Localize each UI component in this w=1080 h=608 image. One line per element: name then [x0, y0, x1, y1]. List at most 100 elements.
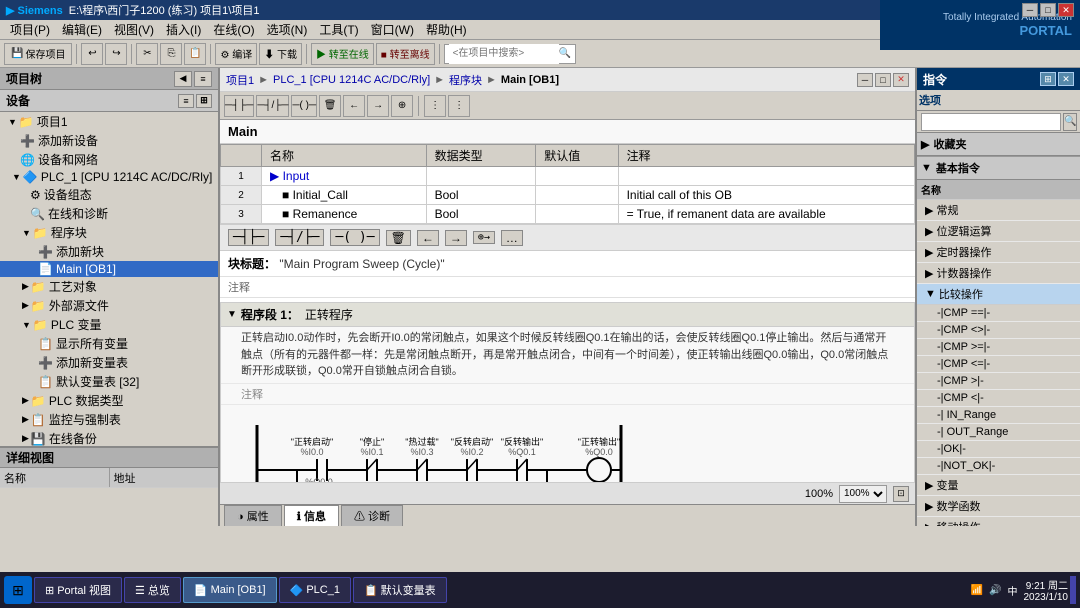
editor-minimize-btn[interactable]: ─: [857, 73, 873, 87]
cmd-item-variable[interactable]: ▶变量: [917, 475, 1080, 496]
cmd-item-move[interactable]: ▶移动操作: [917, 517, 1080, 526]
cmd-item-bit-logic[interactable]: ▶位逻辑运算: [917, 221, 1080, 242]
tab-properties[interactable]: ◑ 属性: [224, 505, 282, 526]
show-desktop-btn[interactable]: [1070, 576, 1076, 604]
cmd-search-icon[interactable]: 🔍: [1063, 113, 1077, 131]
cmd-item-cmp-eq[interactable]: -|CMP ==|-: [917, 305, 1080, 322]
cmd-search-input[interactable]: [921, 113, 1061, 131]
device-view-btn[interactable]: ≡: [178, 94, 194, 108]
cmd-item-cmp-gt[interactable]: -|CMP >|-: [917, 373, 1080, 390]
taskbar-btn-plc1[interactable]: 🔷 PLC_1: [279, 577, 351, 603]
compile-btn[interactable]: ⚙ 编译: [215, 43, 257, 65]
cmd-item-ok[interactable]: -|OK|-: [917, 441, 1080, 458]
panel-menu-btn[interactable]: ≡: [194, 71, 212, 87]
minimize-btn[interactable]: ─: [1022, 3, 1038, 17]
tree-item-plc-types[interactable]: ▶ 📁 PLC 数据类型: [0, 391, 218, 410]
tree-item-tech[interactable]: ▶ 📁 工艺对象: [0, 277, 218, 296]
go-offline-btn[interactable]: ■ 转至离线: [376, 43, 435, 65]
tree-item-plc-vars[interactable]: ▼ 📁 PLC 变量: [0, 315, 218, 334]
cmd-item-in-range[interactable]: -| IN_Range: [917, 407, 1080, 424]
rung-btn-contact-no[interactable]: ─┤├─: [228, 229, 269, 246]
cmd-item-not-ok[interactable]: -|NOT_OK|-: [917, 458, 1080, 475]
menu-view[interactable]: 视图(V): [108, 19, 160, 40]
tree-item-project[interactable]: ▼ 📁 项目1: [0, 112, 218, 131]
search-input[interactable]: [449, 44, 559, 64]
menu-tools[interactable]: 工具(T): [313, 19, 364, 40]
menu-options[interactable]: 选项(N): [261, 19, 314, 40]
ed-btn-contact-no[interactable]: ─┤├─: [224, 95, 254, 117]
cmd-item-timer[interactable]: ▶定时器操作: [917, 242, 1080, 263]
taskbar-btn-default-table[interactable]: 📋 默认变量表: [353, 577, 447, 603]
tree-item-add-device[interactable]: ➕ 添加新设备: [0, 131, 218, 150]
cmd-item-counter[interactable]: ▶计数器操作: [917, 263, 1080, 284]
panel-expand-btn[interactable]: ◀: [174, 71, 192, 87]
tree-item-add-block[interactable]: ➕ 添加新块: [0, 242, 218, 261]
ed-btn-arrow-left[interactable]: ←: [343, 95, 365, 117]
tree-item-default-table[interactable]: 📋 默认变量表 [32]: [0, 372, 218, 391]
undo-btn[interactable]: ↩: [81, 43, 103, 65]
rung-btn-right[interactable]: →: [445, 230, 467, 246]
editor-close-btn[interactable]: ✕: [893, 73, 909, 87]
tree-item-network[interactable]: 🌐 设备和网络: [0, 150, 218, 169]
ed-btn-branch[interactable]: ⊕: [391, 95, 413, 117]
ed-btn-more1[interactable]: ⋮: [424, 95, 446, 117]
cmd-item-math[interactable]: ▶数学函数: [917, 496, 1080, 517]
right-close-icon[interactable]: ✕: [1058, 72, 1074, 86]
cmd-item-compare[interactable]: ▼比较操作: [917, 284, 1080, 305]
cmd-item-cmp-lt[interactable]: -|CMP <|-: [917, 390, 1080, 407]
redo-btn[interactable]: ↪: [105, 43, 127, 65]
taskbar-btn-overview[interactable]: ☰ 总览: [124, 577, 181, 603]
tree-item-device-config[interactable]: ⚙ 设备组态: [0, 185, 218, 204]
menu-project[interactable]: 项目(P): [4, 19, 56, 40]
editor-restore-btn[interactable]: □: [875, 73, 891, 87]
cmd-item-general[interactable]: ▶常规: [917, 200, 1080, 221]
ed-btn-delete[interactable]: 🗑: [319, 95, 341, 117]
download-btn[interactable]: ⬇ 下载: [259, 43, 302, 65]
save-btn[interactable]: 💾 保存项目: [4, 43, 72, 65]
rung-btn-coil[interactable]: ─( )─: [330, 229, 379, 246]
taskbar-btn-main-ob1[interactable]: 📄 Main [OB1]: [183, 577, 277, 603]
tree-item-external[interactable]: ▶ 📁 外部源文件: [0, 296, 218, 315]
cmd-item-out-range[interactable]: -| OUT_Range: [917, 424, 1080, 441]
tree-item-monitor[interactable]: ▶ 📋 监控与强制表: [0, 410, 218, 429]
tree-item-backup[interactable]: ▶ 💾 在线备份: [0, 429, 218, 446]
ed-btn-more2[interactable]: ⋮: [448, 95, 470, 117]
tree-item-plc[interactable]: ▼ 🔷 PLC_1 [CPU 1214C AC/DC/Rly]: [0, 169, 218, 185]
zoom-fit-btn[interactable]: ⊡: [893, 486, 909, 502]
device-expand-btn[interactable]: ⊞: [196, 94, 212, 108]
rung-btn-more[interactable]: …: [501, 230, 523, 246]
paste-btn[interactable]: 📋: [184, 43, 206, 65]
cmd-item-cmp-le[interactable]: -|CMP <=|-: [917, 356, 1080, 373]
tree-item-online-diag[interactable]: 🔍 在线和诊断: [0, 204, 218, 223]
menu-window[interactable]: 窗口(W): [365, 19, 420, 40]
cmd-section-basic-header[interactable]: ▼ 基本指令: [917, 157, 1080, 180]
tree-item-main-ob1[interactable]: 📄 Main [OB1]: [0, 261, 218, 277]
tab-diagnostics[interactable]: ⚠ 诊断: [341, 505, 403, 526]
taskbar-start-btn[interactable]: ⊞: [4, 576, 32, 604]
ed-btn-contact-nc[interactable]: ─┤/├─: [256, 95, 289, 117]
menu-insert[interactable]: 插入(I): [160, 19, 207, 40]
right-options-btn[interactable]: ⊞: [1040, 72, 1056, 86]
rung-btn-contact-nc[interactable]: ─┤/├─: [275, 229, 324, 246]
rung-btn-del[interactable]: 🗑: [386, 230, 411, 246]
cmd-section-favorites-header[interactable]: ▶ 收藏夹: [917, 133, 1080, 156]
rung-btn-parallel[interactable]: ⊕→: [473, 231, 495, 244]
maximize-btn[interactable]: □: [1040, 3, 1056, 17]
ed-btn-arrow-right[interactable]: →: [367, 95, 389, 117]
menu-edit[interactable]: 编辑(E): [56, 19, 108, 40]
ed-btn-coil[interactable]: ─( )─: [291, 95, 317, 117]
tree-item-show-all-vars[interactable]: 📋 显示所有变量: [0, 334, 218, 353]
tab-info[interactable]: ℹ 信息: [284, 505, 339, 526]
tree-item-add-vartable[interactable]: ➕ 添加新变量表: [0, 353, 218, 372]
copy-btn[interactable]: ⎘: [160, 43, 182, 65]
close-btn[interactable]: ✕: [1058, 3, 1074, 17]
cmd-item-cmp-ne[interactable]: -|CMP <>|-: [917, 322, 1080, 339]
rung-btn-left[interactable]: ←: [417, 230, 439, 246]
cut-btn[interactable]: ✂: [136, 43, 158, 65]
taskbar-btn-portal[interactable]: ⊞ Portal 视图: [34, 577, 122, 603]
menu-help[interactable]: 帮助(H): [420, 19, 473, 40]
zoom-select[interactable]: 100% 75% 150%: [839, 485, 887, 503]
cmd-item-cmp-ge[interactable]: -|CMP >=|-: [917, 339, 1080, 356]
go-online-btn[interactable]: ▶ 转至在线: [311, 43, 374, 65]
menu-online[interactable]: 在线(O): [207, 19, 260, 40]
